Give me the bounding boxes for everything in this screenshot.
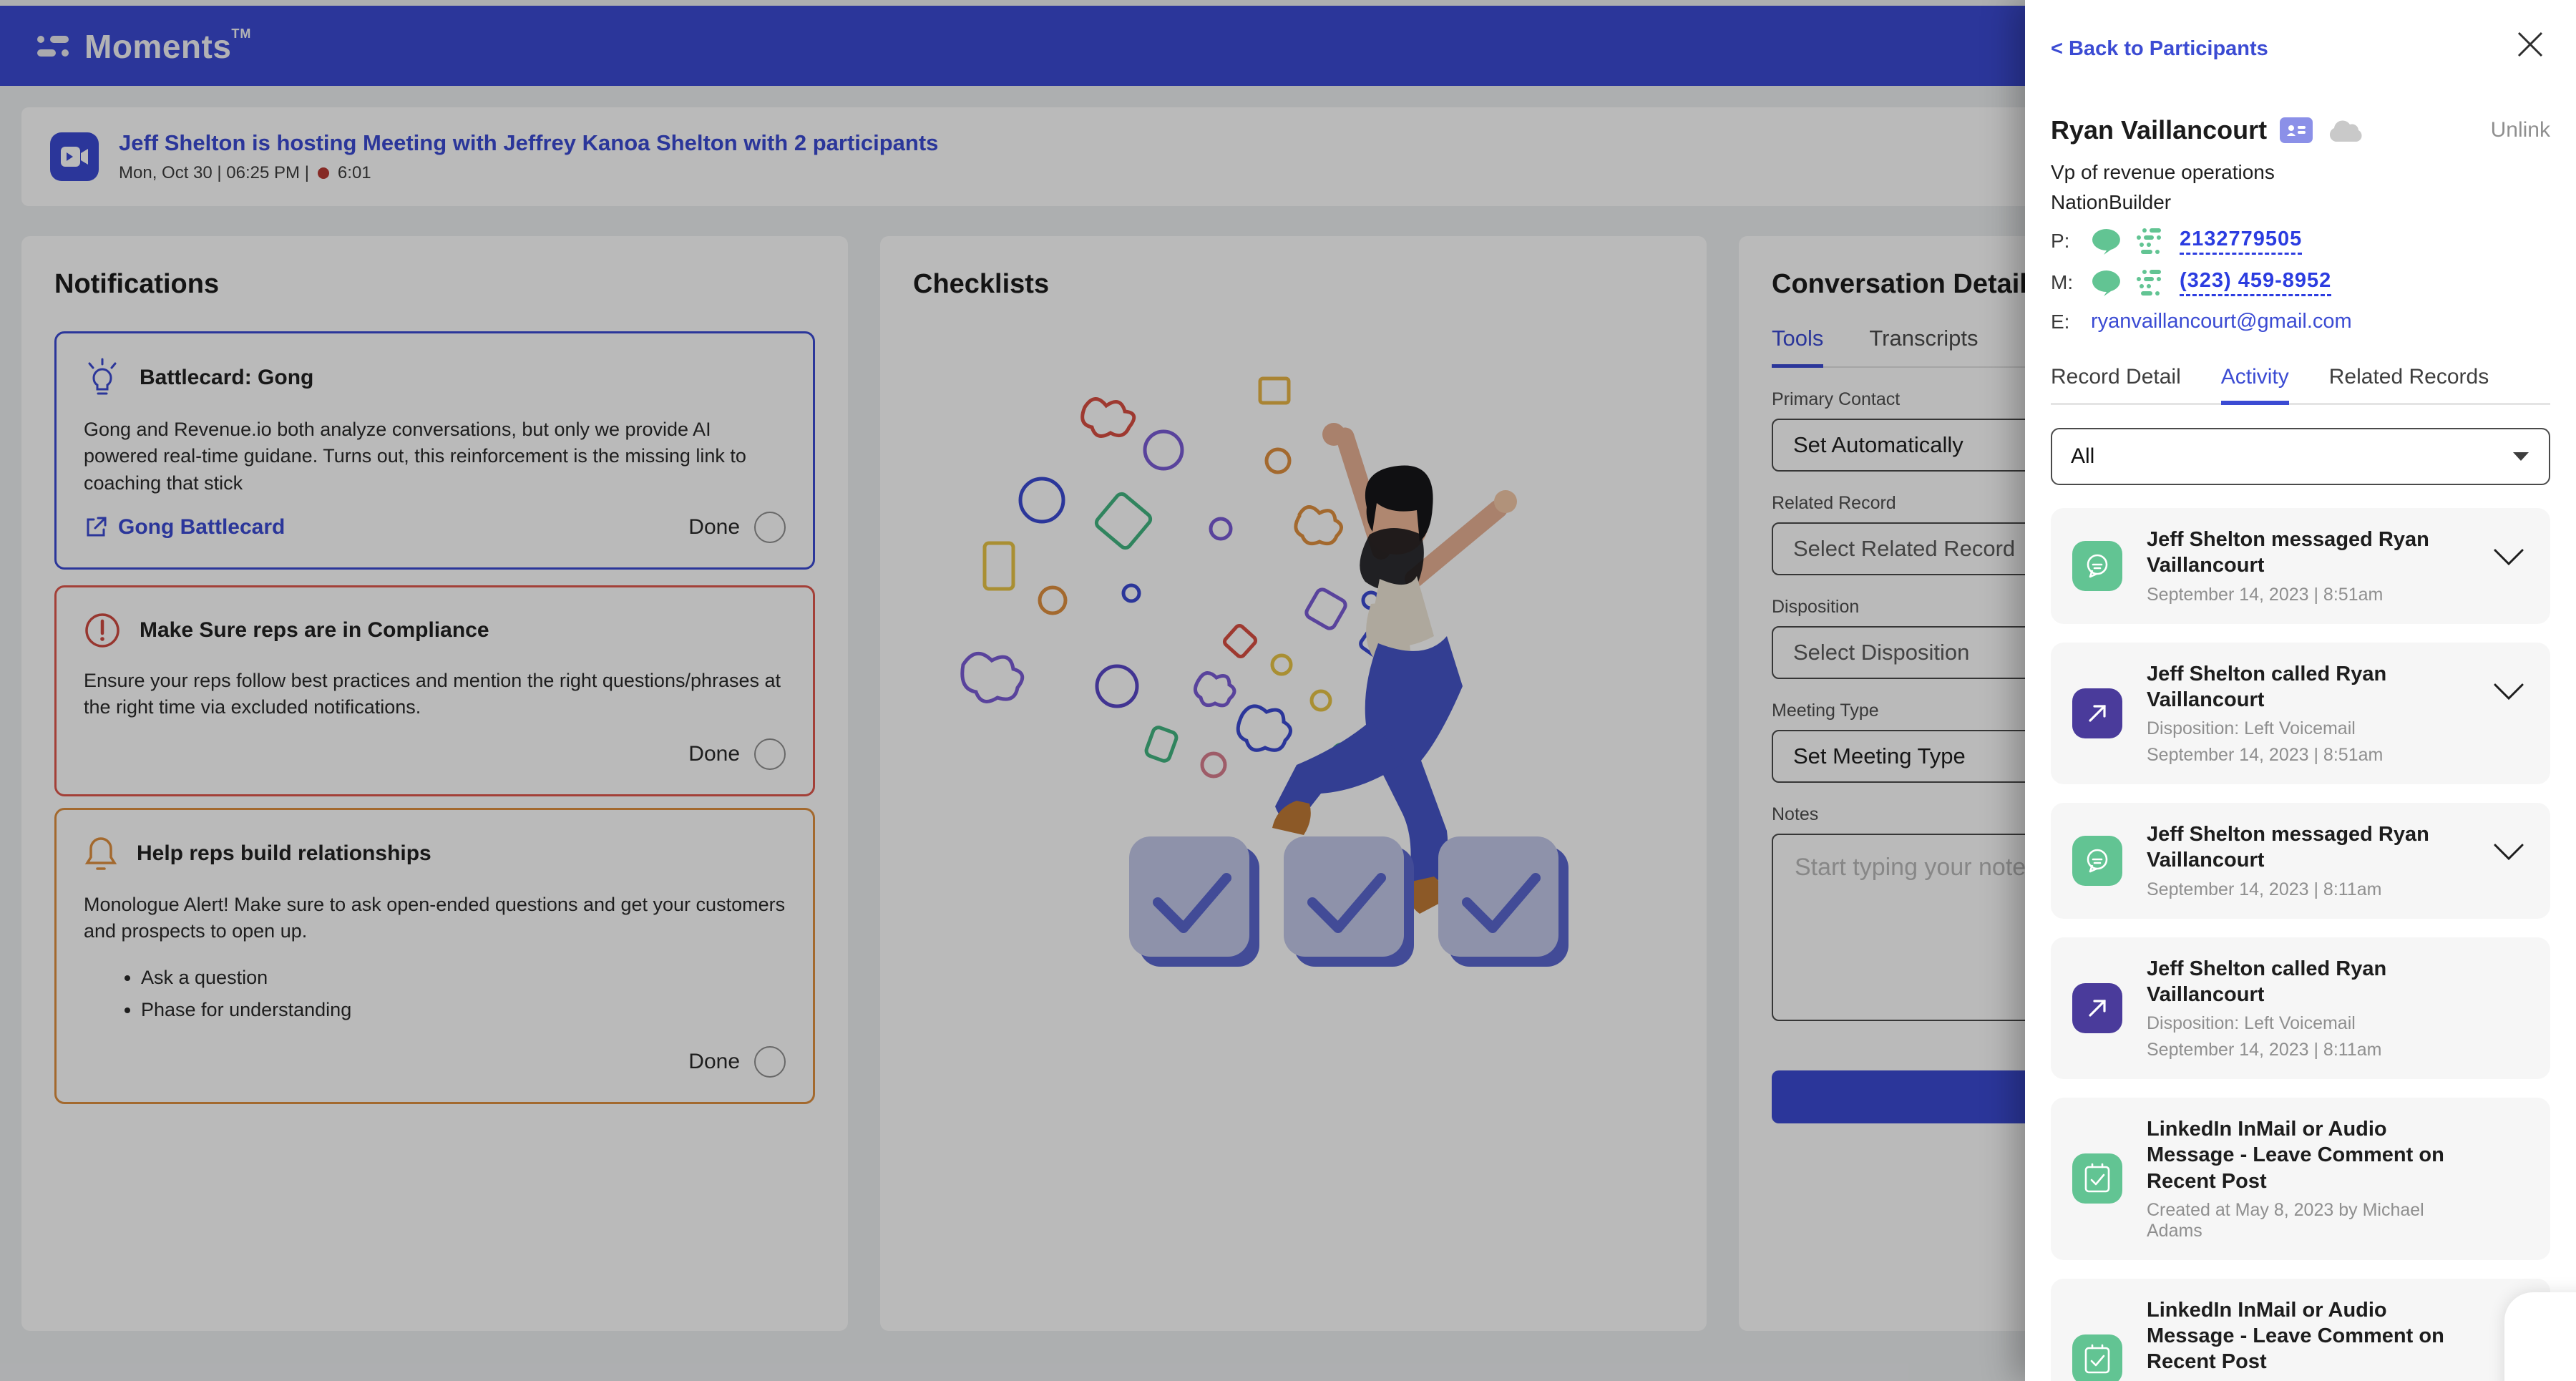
activity-title: Jeff Shelton messaged Ryan Vaillancourt — [2147, 528, 2429, 577]
activity-item[interactable]: Jeff Shelton called Ryan Vaillancourt Dis… — [2051, 937, 2550, 1079]
phone-prefix: M: — [2051, 271, 2074, 293]
participant-role: Vp of revenue operations — [2051, 161, 2275, 183]
activity-timestamp: September 14, 2023 | 8:11am — [2147, 879, 2382, 899]
activity-title: LinkedIn InMail or Audio Message - Leave… — [2147, 1118, 2444, 1193]
contact-card-icon[interactable] — [2280, 117, 2313, 143]
dialer-icon[interactable] — [2135, 227, 2167, 255]
activity-timestamp: September 14, 2023 | 8:11am — [2147, 1040, 2382, 1060]
activity-title: Jeff Shelton called Ryan Vaillancourt — [2147, 957, 2387, 1006]
activity-list: Jeff Shelton messaged Ryan Vaillancourt S… — [2051, 508, 2550, 1381]
phone-row: P: 2132779505 — [2051, 227, 2550, 255]
phone-link[interactable]: (323) 459-8952 — [2180, 269, 2332, 296]
participant-name: Ryan Vaillancourt — [2051, 115, 2268, 145]
floating-element — [2504, 1292, 2576, 1381]
sms-icon[interactable] — [2091, 228, 2122, 255]
task-icon — [2072, 1153, 2122, 1204]
activity-timestamp: Created at May 8, 2023 by Michael Adams — [2147, 1199, 2424, 1241]
message-icon — [2072, 835, 2122, 886]
dialer-icon[interactable] — [2135, 268, 2167, 297]
chevron-down-icon[interactable] — [2493, 683, 2524, 701]
activity-disposition: Disposition: Left Voicemail — [2147, 1013, 2356, 1033]
activity-filter-select[interactable]: All — [2051, 428, 2550, 485]
phone-row: M: (323) 459-8952 — [2051, 268, 2550, 297]
participant-drawer: < Back to Participants Ryan Vaillancourt… — [2025, 0, 2576, 1381]
back-to-participants-link[interactable]: < Back to Participants — [2051, 37, 2268, 61]
caret-down-icon — [2512, 451, 2530, 462]
drawer-tabs: Record Detail Activity Related Records — [2051, 365, 2550, 405]
unlink-button[interactable]: Unlink — [2491, 118, 2550, 142]
phone-link[interactable]: 2132779505 — [2180, 228, 2303, 255]
tab-record-detail[interactable]: Record Detail — [2051, 365, 2181, 403]
chevron-down-icon[interactable] — [2493, 843, 2524, 862]
app-root: MomentsTM Jeff Shelton is hosting Meetin… — [0, 0, 2576, 1381]
activity-item[interactable]: Jeff Shelton messaged Ryan Vaillancourt S… — [2051, 803, 2550, 919]
cloud-icon[interactable] — [2326, 117, 2363, 143]
activity-item[interactable]: Jeff Shelton called Ryan Vaillancourt Dis… — [2051, 642, 2550, 784]
activity-title: Jeff Shelton called Ryan Vaillancourt — [2147, 662, 2387, 711]
sms-icon[interactable] — [2091, 269, 2122, 296]
activity-filter-value: All — [2071, 444, 2095, 468]
task-icon — [2072, 1334, 2122, 1381]
activity-item[interactable]: LinkedIn InMail or Audio Message - Leave… — [2051, 1098, 2550, 1260]
activity-title: LinkedIn InMail or Audio Message - Leave… — [2147, 1298, 2444, 1374]
email-row: E: ryanvaillancourt@gmail.com — [2051, 310, 2550, 333]
activity-item[interactable]: LinkedIn InMail or Audio Message - Leave… — [2051, 1278, 2550, 1381]
chevron-down-icon[interactable] — [2493, 548, 2524, 567]
participant-company: NationBuilder — [2051, 191, 2172, 213]
email-prefix: E: — [2051, 310, 2070, 333]
call-icon — [2072, 688, 2122, 738]
message-icon — [2072, 540, 2122, 591]
contact-rows: P: 2132779505 M: (323) 459-8952 — [2051, 227, 2550, 297]
call-icon — [2072, 982, 2122, 1033]
activity-title: Jeff Shelton messaged Ryan Vaillancourt — [2147, 823, 2429, 872]
activity-timestamp: September 14, 2023 | 8:51am — [2147, 584, 2384, 605]
tab-activity[interactable]: Activity — [2220, 365, 2289, 405]
email-link[interactable]: ryanvaillancourt@gmail.com — [2091, 310, 2352, 333]
activity-timestamp: September 14, 2023 | 8:51am — [2147, 745, 2384, 765]
activity-disposition: Disposition: Left Voicemail — [2147, 718, 2356, 738]
activity-item[interactable]: Jeff Shelton messaged Ryan Vaillancourt S… — [2051, 508, 2550, 624]
close-icon[interactable] — [2514, 29, 2546, 60]
phone-prefix: P: — [2051, 230, 2070, 252]
tab-related-records[interactable]: Related Records — [2329, 365, 2489, 403]
